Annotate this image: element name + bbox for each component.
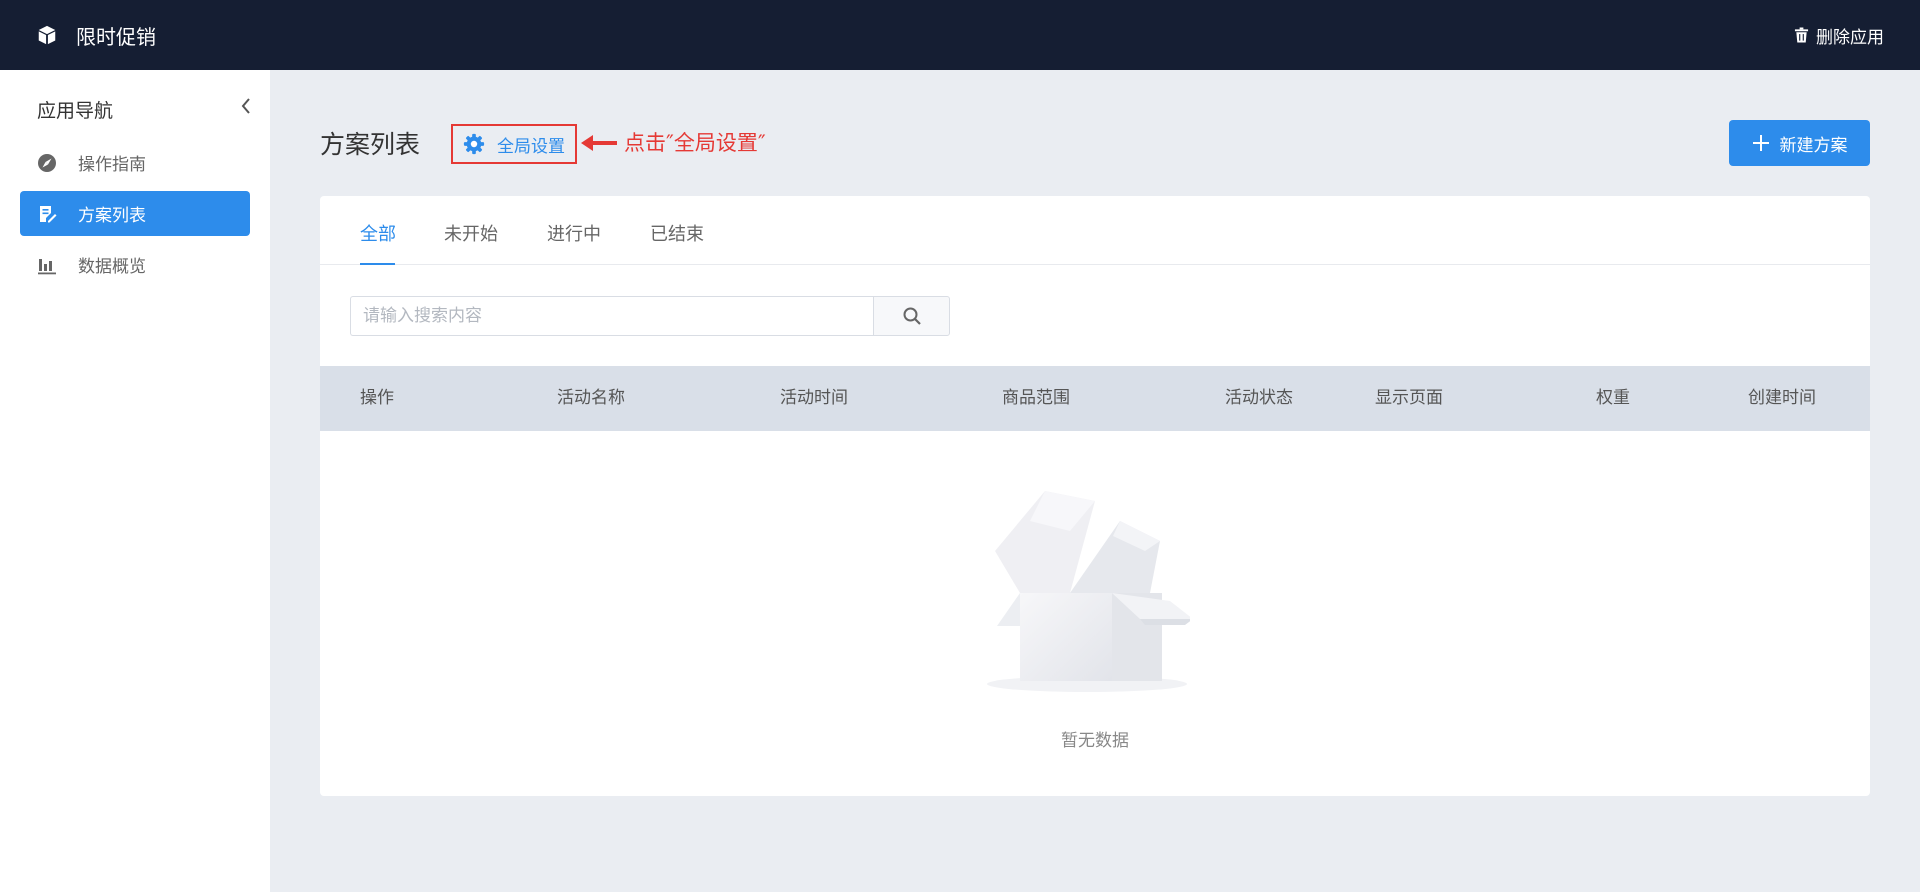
sidebar-title: 应用导航: [37, 100, 114, 122]
app-title: 限时促销: [76, 24, 156, 49]
new-plan-button[interactable]: 新建方案: [1729, 120, 1870, 166]
sidebar-item-label: 方案列表: [78, 206, 146, 226]
cube-icon: [38, 25, 56, 45]
column-header-activity-status: 活动状态: [1225, 388, 1293, 408]
compass-icon: [38, 153, 56, 172]
tab-all[interactable]: 全部: [360, 220, 396, 246]
column-header-weight: 权重: [1596, 388, 1630, 408]
search-input[interactable]: [350, 296, 874, 336]
chevron-left-icon[interactable]: [238, 96, 254, 116]
app-brand: 限时促销: [36, 0, 156, 70]
global-settings-label: 全局设置: [497, 136, 565, 157]
column-header-action: 操作: [360, 388, 394, 408]
empty-state-text: 暂无数据: [1061, 731, 1129, 751]
sidebar-item-plan-list[interactable]: 方案列表: [20, 191, 250, 236]
search-icon: [903, 307, 921, 325]
page-title: 方案列表: [320, 130, 421, 159]
tab-in-progress[interactable]: 进行中: [547, 220, 601, 246]
list-edit-icon: [40, 205, 57, 222]
search-button[interactable]: [873, 296, 950, 336]
empty-box-illustration: [987, 491, 1190, 692]
top-bar: 限时促销 删除应用: [0, 0, 1920, 70]
global-settings-button[interactable]: 全局设置: [451, 124, 577, 164]
column-header-created-time: 创建时间: [1748, 388, 1816, 408]
column-header-product-scope: 商品范围: [1002, 388, 1070, 408]
plan-list-card: 全部 未开始 进行中 已结束 操作 活动名称 活动时间 商品范围 活动状态 显示…: [320, 196, 1870, 796]
sidebar-item-label: 数据概览: [78, 257, 146, 277]
sidebar-item-label: 操作指南: [78, 155, 146, 175]
gear-icon: [463, 133, 485, 155]
trash-icon: [1794, 27, 1809, 43]
tab-not-started[interactable]: 未开始: [444, 220, 498, 246]
annotation-text: 点击″全局设置″: [624, 131, 766, 155]
status-tabs: 全部 未开始 进行中 已结束: [320, 196, 1870, 265]
delete-app-label: 删除应用: [1816, 27, 1884, 48]
table-header: 操作 活动名称 活动时间 商品范围 活动状态 显示页面 权重 创建时间: [320, 366, 1870, 431]
delete-app-button[interactable]: 删除应用: [1794, 0, 1884, 70]
sidebar-item-guide[interactable]: 操作指南: [20, 140, 250, 185]
column-header-display-page: 显示页面: [1375, 388, 1443, 408]
plus-icon: [1752, 135, 1769, 151]
arrow-left-icon: [581, 135, 617, 151]
active-tab-indicator: [360, 263, 395, 265]
tab-ended[interactable]: 已结束: [650, 220, 704, 246]
sidebar: 应用导航 操作指南 方案列表 数据概览: [0, 70, 270, 892]
bar-chart-icon: [38, 258, 56, 274]
sidebar-item-data-overview[interactable]: 数据概览: [20, 242, 250, 287]
new-plan-label: 新建方案: [1779, 135, 1848, 156]
column-header-activity-time: 活动时间: [780, 388, 848, 408]
column-header-activity-name: 活动名称: [557, 388, 625, 408]
